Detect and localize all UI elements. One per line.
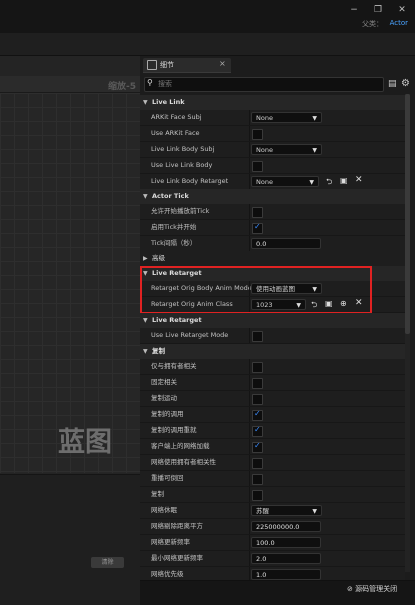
search-icon: ⚲ <box>147 78 153 87</box>
source-control-button[interactable]: ⊘ 源码管理关闭 <box>347 584 397 594</box>
section-live-retarget-2[interactable]: ▼ Live Retarget <box>140 313 405 328</box>
row-live-link-body-retarget: Live Link Body Retarget None ▼ ⮌ ▣ ✕ <box>140 174 405 190</box>
parent-class-label: 父类： <box>362 20 383 28</box>
browse-icon[interactable]: ▣ <box>340 176 348 185</box>
highlight-box <box>140 266 372 314</box>
details-scrollbar-thumb[interactable] <box>405 94 410 334</box>
row-tick-before-begin: 允许开始播放前Tick <box>140 204 405 220</box>
use-arkit-face-checkbox[interactable] <box>252 129 263 140</box>
details-tab-label: 细节 <box>160 61 174 69</box>
viewport-header: 缩放-5 <box>0 76 140 93</box>
row-tick-enabled: 启用Tick并开始 <box>140 220 405 236</box>
row-replay-rewindable: 重播可倒回 <box>140 471 405 487</box>
row-replicates: 复制 <box>140 487 405 503</box>
net-use-owner-relevancy-checkbox[interactable] <box>252 458 263 469</box>
chevron-right-icon: ▶ <box>143 255 148 262</box>
replay-rewindable-checkbox[interactable] <box>252 474 263 485</box>
chevron-down-icon: ▼ <box>143 348 148 355</box>
row-tick-interval: Tick间隔（秒） 0.0 <box>140 236 405 252</box>
parent-class-link[interactable]: Actor <box>390 19 408 27</box>
row-min-net-update-frequency: 最小网络更新频率 2.0 <box>140 551 405 567</box>
net-update-frequency-input[interactable]: 100.0 <box>251 537 321 548</box>
zoom-level-label: 缩放-5 <box>108 82 136 92</box>
row-arkit-face-subj: ARKit Face Subj None ▼ <box>140 110 405 126</box>
blueprint-graph-canvas[interactable] <box>0 93 140 473</box>
tick-enabled-checkbox[interactable] <box>252 222 263 234</box>
live-link-body-subj-dropdown[interactable]: None ▼ <box>251 144 322 155</box>
chevron-down-icon: ▼ <box>312 508 317 515</box>
search-input[interactable] <box>158 78 358 89</box>
close-window-button[interactable]: ✕ <box>395 4 409 16</box>
net-cull-distance-input[interactable]: 225000000.0 <box>251 521 321 532</box>
min-net-update-frequency-input[interactable]: 2.0 <box>251 553 321 564</box>
row-client-load: 客户端上的网络加载 <box>140 439 405 455</box>
row-use-live-retarget-mode: Use Live Retarget Mode <box>140 328 405 344</box>
minimize-button[interactable]: − <box>347 4 361 16</box>
chevron-down-icon: ▼ <box>309 179 314 186</box>
blueprint-watermark: 蓝图 <box>58 427 112 458</box>
chevron-down-icon: ▼ <box>312 115 317 122</box>
row-use-arkit-face: Use ARKit Face <box>140 126 405 142</box>
row-use-live-link-body: Use Live Link Body <box>140 158 405 174</box>
use-selected-icon[interactable]: ⮌ <box>326 176 332 190</box>
row-net-cull-distance: 网络剔除距离平方 225000000.0 <box>140 519 405 535</box>
section-actor-tick[interactable]: ▼ Actor Tick <box>140 189 405 204</box>
table-icon[interactable]: ▤ <box>388 79 397 89</box>
row-only-relevant-to-owner: 仅与拥有者相关 <box>140 359 405 375</box>
chevron-down-icon: ▼ <box>143 193 148 200</box>
section-replication[interactable]: ▼ 复制 <box>140 344 405 359</box>
replicates-checkbox[interactable] <box>252 490 263 501</box>
details-tab-icon <box>147 60 157 70</box>
arkit-face-subj-dropdown[interactable]: None ▼ <box>251 112 322 123</box>
compiler-results-panel <box>0 474 140 605</box>
chevron-down-icon: ▼ <box>143 99 148 106</box>
clear-icon[interactable]: ✕ <box>355 175 363 185</box>
use-live-link-body-checkbox[interactable] <box>252 161 263 172</box>
row-always-relevant: 固定相关 <box>140 375 405 391</box>
gear-icon[interactable]: ⚙ <box>401 78 410 89</box>
always-relevant-checkbox[interactable] <box>252 378 263 389</box>
net-load-on-client-checkbox[interactable] <box>252 409 263 421</box>
source-control-icon: ⊘ <box>347 585 356 593</box>
chevron-down-icon: ▼ <box>312 147 317 154</box>
close-tab-icon[interactable]: × <box>219 59 226 68</box>
only-relevant-to-owner-checkbox[interactable] <box>252 362 263 373</box>
section-advanced[interactable]: ▶ 高级 <box>140 251 405 266</box>
row-net-dormancy: 网络休眠 苏醒 ▼ <box>140 503 405 519</box>
row-net-load-on-client: 复制的调用 <box>140 407 405 423</box>
use-live-retarget-mode-checkbox[interactable] <box>252 331 263 342</box>
row-live-link-body-subj: Live Link Body Subj None ▼ <box>140 142 405 158</box>
net-dormancy-dropdown[interactable]: 苏醒 ▼ <box>251 505 322 516</box>
section-live-link[interactable]: ▼ Live Link <box>140 95 405 110</box>
chevron-down-icon: ▼ <box>143 317 148 324</box>
toolbar <box>0 33 415 56</box>
net-priority-input[interactable]: 1.0 <box>251 569 321 580</box>
row-net-update-frequency: 网络更新频率 100.0 <box>140 535 405 551</box>
tick-before-begin-checkbox[interactable] <box>252 207 263 218</box>
restore-button[interactable]: ❐ <box>371 4 385 16</box>
live-link-body-retarget-dropdown[interactable]: None ▼ <box>251 176 319 187</box>
replicate-movement-checkbox[interactable] <box>252 394 263 405</box>
clear-button[interactable]: 清除 <box>91 557 124 568</box>
client-load-checkbox[interactable] <box>252 441 263 453</box>
row-replicate-movement: 复制运动 <box>140 391 405 407</box>
replicate-using-rep-checkbox[interactable] <box>252 425 263 437</box>
tick-interval-input[interactable]: 0.0 <box>251 238 321 249</box>
row-net-use-owner-relevancy: 网络使用拥有者相关性 <box>140 455 405 471</box>
row-replicate-using-rep: 复制的调用重就 <box>140 423 405 439</box>
